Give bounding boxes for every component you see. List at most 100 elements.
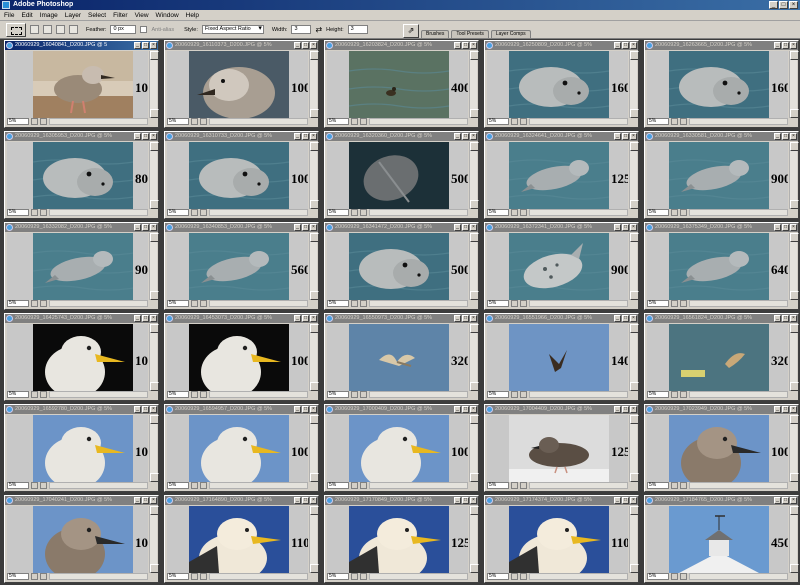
document-window[interactable]: 20060929_17004409_D200.JPG @ 5% _ □ × 12… xyxy=(484,404,639,492)
vertical-scrollbar[interactable] xyxy=(789,51,799,118)
horizontal-scrollbar[interactable] xyxy=(689,391,788,398)
vertical-scrollbar[interactable] xyxy=(149,415,159,482)
document-canvas[interactable]: 640 xyxy=(647,233,788,300)
document-title-bar[interactable]: 20060929_16263665_D200.JPG @ 5% _ □ × xyxy=(645,41,798,50)
status-info-button[interactable] xyxy=(351,482,358,489)
vertical-scrollbar[interactable] xyxy=(469,51,479,118)
document-canvas[interactable]: 1250 xyxy=(487,142,628,209)
horizontal-scrollbar[interactable] xyxy=(529,209,628,216)
intersect-selection-button[interactable] xyxy=(69,25,78,34)
document-maximize-button[interactable]: □ xyxy=(462,315,469,322)
document-close-button[interactable]: × xyxy=(310,224,317,231)
zoom-field[interactable]: 5% xyxy=(487,118,509,125)
document-maximize-button[interactable]: □ xyxy=(302,315,309,322)
status-info-button[interactable] xyxy=(191,209,198,216)
vertical-scrollbar[interactable] xyxy=(789,233,799,300)
zoom-field[interactable]: 5% xyxy=(647,209,669,216)
document-title-bar[interactable]: 20060929_17174374_D200.JPG @ 5% _ □ × xyxy=(485,496,638,505)
zoom-field[interactable]: 5% xyxy=(647,573,669,580)
vertical-scrollbar[interactable] xyxy=(309,506,319,573)
document-maximize-button[interactable]: □ xyxy=(782,42,789,49)
document-minimize-button[interactable]: _ xyxy=(134,406,141,413)
vertical-scrollbar[interactable] xyxy=(629,506,639,573)
document-window[interactable]: 20060929_16305953_D200.JPG @ 5% _ □ × 80… xyxy=(4,131,159,219)
horizontal-scrollbar[interactable] xyxy=(529,391,628,398)
menu-help[interactable]: Help xyxy=(186,10,199,21)
document-title-bar[interactable]: 20060929_16320360_D200.JPG @ 5% _ □ × xyxy=(325,132,478,141)
menu-filter[interactable]: Filter xyxy=(113,10,127,21)
status-info-button[interactable] xyxy=(31,573,38,580)
status-info-button[interactable] xyxy=(671,300,678,307)
horizontal-scrollbar[interactable] xyxy=(689,573,788,580)
status-menu-button[interactable] xyxy=(360,391,367,398)
menu-edit[interactable]: Edit xyxy=(21,10,32,21)
status-menu-button[interactable] xyxy=(680,118,687,125)
document-canvas[interactable]: 320 xyxy=(647,324,788,391)
document-close-button[interactable]: × xyxy=(150,406,157,413)
horizontal-scrollbar[interactable] xyxy=(689,482,788,489)
zoom-field[interactable]: 5% xyxy=(167,482,189,489)
document-minimize-button[interactable]: _ xyxy=(134,315,141,322)
document-close-button[interactable]: × xyxy=(630,224,637,231)
document-title-bar[interactable]: 20060929_17040241_D200.JPG @ 5% _ □ × xyxy=(5,496,158,505)
subtract-from-selection-button[interactable] xyxy=(56,25,65,34)
document-close-button[interactable]: × xyxy=(630,133,637,140)
zoom-field[interactable]: 5% xyxy=(487,391,509,398)
horizontal-scrollbar[interactable] xyxy=(369,482,468,489)
document-window[interactable]: 20060929_17023949_D200.JPG @ 5% _ □ × 10… xyxy=(644,404,799,492)
zoom-field[interactable]: 5% xyxy=(7,300,29,307)
zoom-field[interactable]: 5% xyxy=(647,300,669,307)
close-button[interactable]: × xyxy=(789,1,798,9)
document-canvas[interactable]: 1000 xyxy=(167,142,308,209)
status-info-button[interactable] xyxy=(511,300,518,307)
document-canvas[interactable]: 1600 xyxy=(487,51,628,118)
document-close-button[interactable]: × xyxy=(150,133,157,140)
document-close-button[interactable]: × xyxy=(790,133,797,140)
status-menu-button[interactable] xyxy=(360,209,367,216)
document-window[interactable]: 20060929_17184765_D200.JPG @ 5% _ □ × 45… xyxy=(644,495,799,583)
vertical-scrollbar[interactable] xyxy=(469,324,479,391)
horizontal-scrollbar[interactable] xyxy=(689,209,788,216)
horizontal-scrollbar[interactable] xyxy=(209,573,308,580)
document-minimize-button[interactable]: _ xyxy=(774,497,781,504)
document-minimize-button[interactable]: _ xyxy=(294,42,301,49)
document-window[interactable]: 20060929_16341472_D200.JPG @ 5% _ □ × 50… xyxy=(324,222,479,310)
document-maximize-button[interactable]: □ xyxy=(782,133,789,140)
document-canvas[interactable]: 100 xyxy=(647,415,788,482)
document-minimize-button[interactable]: _ xyxy=(774,42,781,49)
horizontal-scrollbar[interactable] xyxy=(369,300,468,307)
document-maximize-button[interactable]: □ xyxy=(142,315,149,322)
document-title-bar[interactable]: 20060929_17170849_D200.JPG @ 5% _ □ × xyxy=(325,496,478,505)
status-menu-button[interactable] xyxy=(40,300,47,307)
status-menu-button[interactable] xyxy=(680,300,687,307)
status-menu-button[interactable] xyxy=(200,391,207,398)
status-info-button[interactable] xyxy=(351,573,358,580)
status-menu-button[interactable] xyxy=(520,300,527,307)
document-title-bar[interactable]: 20060929_16305953_D200.JPG @ 5% _ □ × xyxy=(5,132,158,141)
horizontal-scrollbar[interactable] xyxy=(209,300,308,307)
document-canvas[interactable]: 500 xyxy=(327,142,468,209)
document-close-button[interactable]: × xyxy=(630,406,637,413)
document-canvas[interactable]: 100 xyxy=(7,506,148,573)
document-maximize-button[interactable]: □ xyxy=(302,42,309,49)
document-canvas[interactable]: 125 xyxy=(487,415,628,482)
vertical-scrollbar[interactable] xyxy=(789,415,799,482)
document-canvas[interactable]: 125 xyxy=(327,506,468,573)
document-maximize-button[interactable]: □ xyxy=(302,224,309,231)
status-info-button[interactable] xyxy=(191,118,198,125)
status-menu-button[interactable] xyxy=(520,391,527,398)
document-title-bar[interactable]: 20060929_16592780_D200.JPG @ 5% _ □ × xyxy=(5,405,158,414)
document-title-bar[interactable]: 20060929_16332082_D200.JPG @ 5% _ □ × xyxy=(5,223,158,232)
zoom-field[interactable]: 5% xyxy=(327,209,349,216)
vertical-scrollbar[interactable] xyxy=(309,51,319,118)
document-minimize-button[interactable]: _ xyxy=(614,224,621,231)
document-canvas[interactable]: 800 xyxy=(7,142,148,209)
horizontal-scrollbar[interactable] xyxy=(369,391,468,398)
document-maximize-button[interactable]: □ xyxy=(462,406,469,413)
document-minimize-button[interactable]: _ xyxy=(614,406,621,413)
status-menu-button[interactable] xyxy=(520,209,527,216)
document-window[interactable]: 20060929_16340853_D200.JPG @ 5% _ □ × 56… xyxy=(164,222,319,310)
status-info-button[interactable] xyxy=(671,209,678,216)
menu-select[interactable]: Select xyxy=(88,10,106,21)
document-maximize-button[interactable]: □ xyxy=(142,224,149,231)
